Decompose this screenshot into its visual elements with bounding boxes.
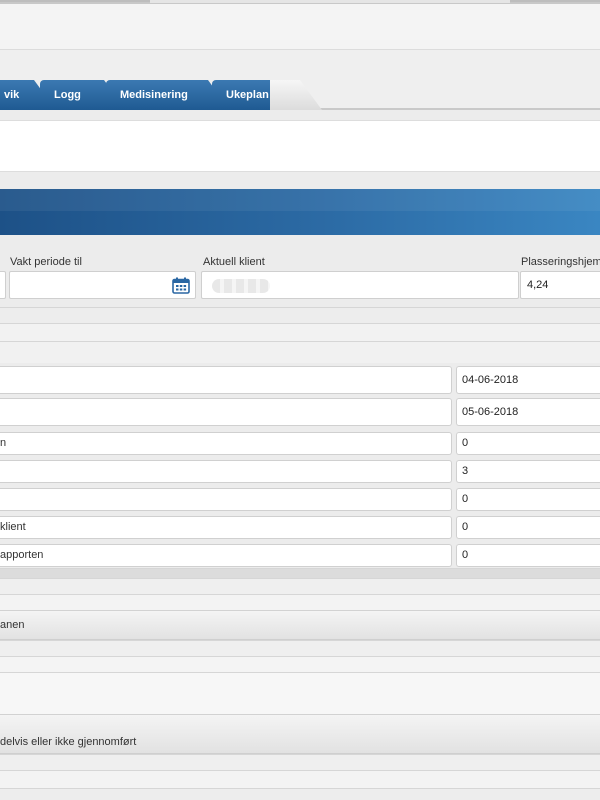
divider — [0, 594, 600, 610]
section-header-band — [0, 189, 600, 235]
row-value[interactable]: 0 — [456, 544, 600, 567]
divider — [0, 754, 600, 770]
plasseringshjem-label: Plasseringshjem — [521, 256, 600, 268]
row-label: n — [0, 432, 452, 455]
row-label: apporten — [0, 544, 452, 567]
row-label: klient — [0, 516, 452, 539]
section-delvis[interactable]: delvis eller ikke gjennomført — [0, 714, 600, 754]
divider — [0, 568, 600, 578]
row-label — [0, 398, 452, 426]
vakt-periode-til-input[interactable] — [9, 271, 196, 299]
divider — [0, 341, 600, 363]
divider — [0, 770, 600, 788]
aktuell-klient-label: Aktuell klient — [203, 256, 265, 268]
row-label — [0, 460, 452, 483]
divider — [0, 640, 600, 656]
tab-medisinering[interactable]: Medisinering — [106, 80, 230, 110]
divider — [0, 788, 600, 800]
content-area — [0, 672, 600, 714]
divider — [0, 578, 600, 594]
vakt-periode-til-label: Vakt periode til — [10, 256, 82, 268]
plasseringshjem-input[interactable]: 4,24 — [520, 271, 600, 299]
row-value[interactable]: 0 — [456, 432, 600, 455]
calendar-icon[interactable] — [172, 277, 190, 294]
vakt-periode-fra-input[interactable] — [0, 271, 6, 299]
row-label — [0, 488, 452, 511]
row-value[interactable]: 0 — [456, 516, 600, 539]
row-value[interactable]: 3 — [456, 460, 600, 483]
redacted-client-name — [212, 279, 270, 293]
divider — [0, 323, 600, 341]
section-planen[interactable]: anen — [0, 610, 600, 640]
top-content-panel — [0, 120, 600, 172]
row-label — [0, 366, 452, 394]
row-value-date-to[interactable]: 05-06-2018 — [456, 398, 600, 426]
row-value[interactable]: 0 — [456, 488, 600, 511]
row-value-date-from[interactable]: 04-06-2018 — [456, 366, 600, 394]
app-header — [0, 4, 600, 50]
